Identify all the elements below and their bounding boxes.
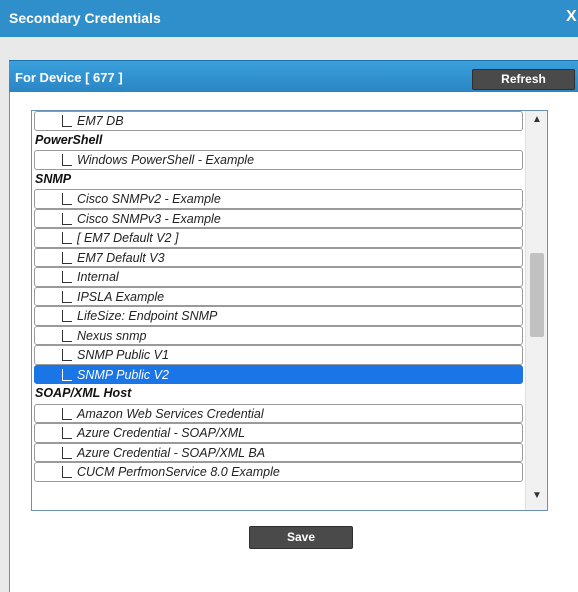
credential-item[interactable]: EM7 DB xyxy=(34,111,523,131)
tree-branch-icon xyxy=(62,115,72,127)
credential-item-label: Amazon Web Services Credential xyxy=(77,406,264,421)
credential-item[interactable]: CUCM PerfmonService 8.0 Example xyxy=(34,462,523,482)
panel-title: For Device [ 677 ] xyxy=(15,70,123,85)
credential-item-label: SNMP Public V1 xyxy=(77,348,169,362)
credential-item[interactable]: SNMP Public V1 xyxy=(34,345,523,365)
credential-item-label: EM7 DB xyxy=(77,114,124,128)
tree-branch-icon xyxy=(62,446,72,459)
credential-item-label: SNMP Public V2 xyxy=(77,367,169,382)
credential-item-label: IPSLA Example xyxy=(77,289,165,304)
credential-item-label: EM7 Default V3 xyxy=(77,250,165,265)
scroll-down-arrow-icon[interactable]: ▼ xyxy=(526,490,547,508)
dialog-title: Secondary Credentials xyxy=(9,10,161,26)
credential-item-label: Azure Credential - SOAP/XML xyxy=(77,426,246,440)
credential-item-label: [ EM7 Default V2 ] xyxy=(77,231,179,245)
credential-item[interactable]: Cisco SNMPv3 - Example xyxy=(34,208,523,228)
refresh-button[interactable]: Refresh xyxy=(472,69,575,90)
credential-item[interactable]: [ EM7 Default V2 ] xyxy=(34,228,523,248)
credential-item-label: CUCM PerfmonService 8.0 Example xyxy=(77,465,280,479)
credential-item-label: Cisco SNMPv3 - Example xyxy=(77,211,221,226)
credential-item[interactable]: Cisco SNMPv2 - Example xyxy=(34,189,523,209)
tree-branch-icon xyxy=(62,349,72,361)
scroll-up-arrow-icon[interactable]: ▲ xyxy=(526,114,547,132)
credential-item[interactable]: Azure Credential - SOAP/XML xyxy=(34,423,523,443)
credential-item-label: Windows PowerShell - Example xyxy=(77,153,255,167)
credential-item[interactable]: Azure Credential - SOAP/XML BA xyxy=(34,442,523,462)
tree-branch-icon xyxy=(62,232,72,244)
secondary-credentials-dialog: Secondary Credentials X For Device [ 677… xyxy=(0,0,578,592)
tree-branch-icon xyxy=(62,329,72,342)
credential-group-header: PowerShell xyxy=(35,132,103,147)
credential-item[interactable]: Internal xyxy=(34,267,523,287)
credential-item-label: LifeSize: Endpoint SNMP xyxy=(77,309,218,323)
close-icon[interactable]: X xyxy=(566,8,577,26)
credential-group-header: SOAP/XML Host xyxy=(35,386,132,400)
credential-item[interactable]: Nexus snmp xyxy=(34,325,523,345)
credential-item[interactable]: IPSLA Example xyxy=(34,286,523,306)
tree-branch-icon xyxy=(62,271,72,283)
tree-branch-icon xyxy=(62,251,72,264)
credential-group-header: SNMP xyxy=(35,171,72,186)
tree-branch-icon xyxy=(62,212,72,225)
tree-branch-icon xyxy=(62,154,72,166)
tree-branch-icon xyxy=(62,290,72,303)
credential-item[interactable]: Amazon Web Services Credential xyxy=(34,403,523,423)
credential-item-selected[interactable]: SNMP Public V2 xyxy=(34,364,523,384)
credentials-listbox[interactable]: EM7 DB PowerShell Windows PowerShell - Exa… xyxy=(31,110,548,511)
tree-branch-icon xyxy=(62,427,72,439)
list-scrollbar[interactable]: ▲ ▼ xyxy=(525,111,547,510)
tree-branch-icon xyxy=(62,466,72,478)
credential-item-label: Nexus snmp xyxy=(77,328,147,343)
dialog-titlebar: Secondary Credentials X xyxy=(0,0,578,37)
credential-item[interactable]: Windows PowerShell - Example xyxy=(34,150,523,170)
save-button[interactable]: Save xyxy=(249,526,353,549)
tree-branch-icon xyxy=(62,368,72,381)
credential-item[interactable]: EM7 Default V3 xyxy=(34,247,523,267)
credential-item-label: Cisco SNMPv2 - Example xyxy=(77,192,221,206)
credential-list: EM7 DB PowerShell Windows PowerShell - Exa… xyxy=(32,111,525,482)
tree-branch-icon xyxy=(62,193,72,205)
credential-item[interactable]: LifeSize: Endpoint SNMP xyxy=(34,306,523,326)
credential-item-label: Azure Credential - SOAP/XML BA xyxy=(77,445,266,460)
tree-branch-icon xyxy=(62,310,72,322)
scrollbar-thumb[interactable] xyxy=(530,253,544,337)
credential-item-label: Internal xyxy=(77,270,119,284)
tree-branch-icon xyxy=(62,407,72,420)
